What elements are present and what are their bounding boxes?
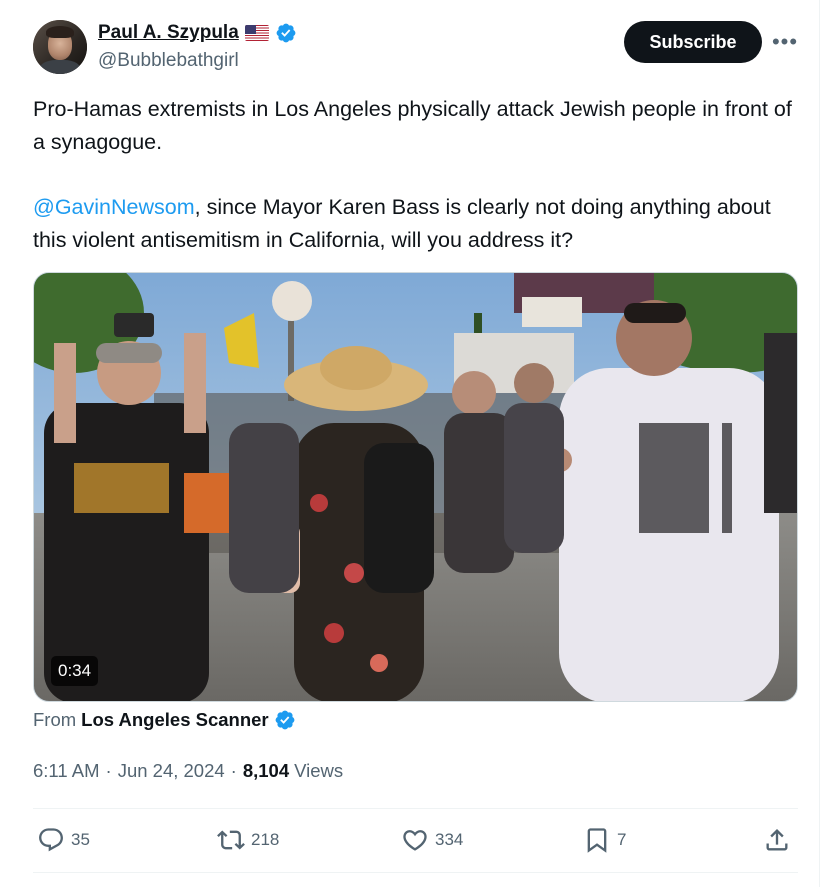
like-count: 334 bbox=[435, 830, 464, 849]
video-duration: 0:34 bbox=[51, 656, 99, 686]
avatar-hair bbox=[46, 26, 74, 38]
views-label: Views bbox=[294, 760, 344, 781]
meta-separator: · bbox=[105, 760, 112, 781]
like-button[interactable]: 334 bbox=[401, 810, 463, 870]
reply-icon bbox=[39, 828, 63, 852]
avatar-shirt bbox=[39, 60, 81, 74]
bookmark-icon bbox=[587, 828, 607, 853]
author-handle[interactable]: @Bubblebathgirl bbox=[98, 50, 239, 72]
video-player[interactable]: 0:34 bbox=[33, 272, 798, 702]
views-count: 8,104 bbox=[242, 760, 290, 781]
divider bbox=[33, 808, 798, 809]
bookmark-count: 7 bbox=[617, 830, 627, 849]
share-icon bbox=[766, 829, 788, 851]
reply-button[interactable]: 35 bbox=[37, 810, 90, 870]
divider bbox=[33, 872, 798, 873]
tweet-paragraph-2: @GavinNewsom, since Mayor Karen Bass is … bbox=[33, 191, 803, 257]
post-date[interactable]: Jun 24, 2024 bbox=[118, 760, 225, 782]
mention-link[interactable]: @GavinNewsom bbox=[33, 195, 195, 219]
action-bar: 35 218 334 7 bbox=[33, 810, 798, 870]
repost-count: 218 bbox=[251, 830, 280, 849]
heart-icon bbox=[403, 830, 427, 851]
tweet-paragraph-1: Pro-Hamas extremists in Los Angeles phys… bbox=[33, 97, 792, 154]
author-avatar[interactable] bbox=[33, 20, 87, 74]
bookmark-button[interactable]: 7 bbox=[583, 810, 626, 870]
verified-badge-icon[interactable] bbox=[275, 22, 297, 44]
subscribe-button[interactable]: Subscribe bbox=[624, 21, 762, 63]
verified-badge-icon bbox=[275, 710, 295, 730]
reply-count: 35 bbox=[71, 830, 90, 849]
source-name[interactable]: Los Angeles Scanner bbox=[81, 709, 268, 731]
author-name-row: Paul A. Szypula bbox=[98, 22, 297, 44]
repost-button[interactable]: 218 bbox=[217, 810, 279, 870]
us-flag-icon bbox=[244, 25, 269, 41]
from-label: From bbox=[33, 709, 77, 730]
tweet-card: Paul A. Szypula @Bubblebathgirl Subscrib… bbox=[0, 0, 820, 887]
video-thumbnail bbox=[34, 273, 797, 701]
repost-icon bbox=[217, 830, 245, 850]
meta-separator: · bbox=[230, 760, 237, 781]
more-options-icon[interactable]: ••• bbox=[770, 29, 800, 54]
tweet-text: Pro-Hamas extremists in Los Angeles phys… bbox=[33, 93, 803, 257]
share-button[interactable] bbox=[763, 810, 791, 870]
post-time[interactable]: 6:11 AM bbox=[33, 760, 100, 782]
source-attribution: From Los Angeles Scanner bbox=[33, 709, 296, 731]
author-name[interactable]: Paul A. Szypula bbox=[98, 22, 239, 44]
tweet-metadata: 6:11 AM · Jun 24, 2024 · 8,104 Views bbox=[33, 760, 343, 782]
